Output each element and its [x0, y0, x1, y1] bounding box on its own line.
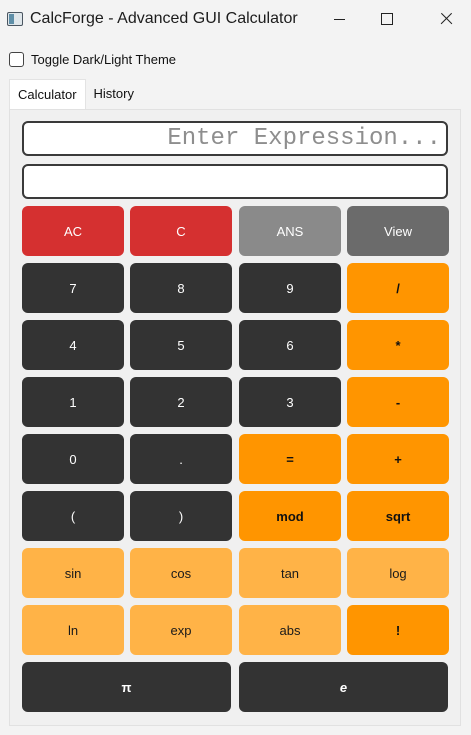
add-button[interactable]: + — [347, 434, 449, 484]
digit-5-button[interactable]: 5 — [130, 320, 232, 370]
ans-button[interactable]: ANS — [239, 206, 341, 256]
factorial-button[interactable]: ! — [347, 605, 449, 655]
digit-0-button[interactable]: 0 — [22, 434, 124, 484]
digit-3-button[interactable]: 3 — [239, 377, 341, 427]
tan-button[interactable]: tan — [239, 548, 341, 598]
cos-button[interactable]: cos — [130, 548, 232, 598]
tab-bar: Calculator History — [9, 79, 142, 109]
abs-button[interactable]: abs — [239, 605, 341, 655]
euler-e-button[interactable]: e — [239, 662, 448, 712]
window-title: CalcForge - Advanced GUI Calculator — [30, 10, 298, 27]
sin-button[interactable]: sin — [22, 548, 124, 598]
clear-button[interactable]: C — [130, 206, 232, 256]
subtract-button[interactable]: - — [347, 377, 449, 427]
app-icon — [7, 12, 23, 26]
equals-button[interactable]: = — [239, 434, 341, 484]
digit-2-button[interactable]: 2 — [130, 377, 232, 427]
all-clear-button[interactable]: AC — [22, 206, 124, 256]
left-paren-button[interactable]: ( — [22, 491, 124, 541]
decimal-point-button[interactable]: . — [130, 434, 232, 484]
right-paren-button[interactable]: ) — [130, 491, 232, 541]
close-icon[interactable] — [422, 0, 468, 38]
theme-toggle[interactable]: Toggle Dark/Light Theme — [9, 52, 176, 67]
multiply-button[interactable]: * — [347, 320, 449, 370]
theme-toggle-label: Toggle Dark/Light Theme — [31, 52, 177, 67]
title-bar: CalcForge - Advanced GUI Calculator — [0, 0, 471, 38]
result-field[interactable] — [22, 164, 448, 199]
tab-calculator[interactable]: Calculator — [9, 79, 86, 109]
digit-8-button[interactable]: 8 — [130, 263, 232, 313]
digit-9-button[interactable]: 9 — [239, 263, 341, 313]
digit-6-button[interactable]: 6 — [239, 320, 341, 370]
sqrt-button[interactable]: sqrt — [347, 491, 449, 541]
tab-history[interactable]: History — [86, 79, 142, 109]
expression-input[interactable] — [22, 121, 448, 156]
theme-checkbox[interactable] — [9, 52, 24, 67]
digit-1-button[interactable]: 1 — [22, 377, 124, 427]
divide-button[interactable]: / — [347, 263, 449, 313]
digit-4-button[interactable]: 4 — [22, 320, 124, 370]
digit-7-button[interactable]: 7 — [22, 263, 124, 313]
view-button[interactable]: View — [347, 206, 449, 256]
mod-button[interactable]: mod — [239, 491, 341, 541]
exp-button[interactable]: exp — [130, 605, 232, 655]
pi-button[interactable]: π — [22, 662, 231, 712]
maximize-icon[interactable] — [363, 0, 409, 38]
log-button[interactable]: log — [347, 548, 449, 598]
ln-button[interactable]: ln — [22, 605, 124, 655]
minimize-icon[interactable] — [317, 0, 363, 38]
